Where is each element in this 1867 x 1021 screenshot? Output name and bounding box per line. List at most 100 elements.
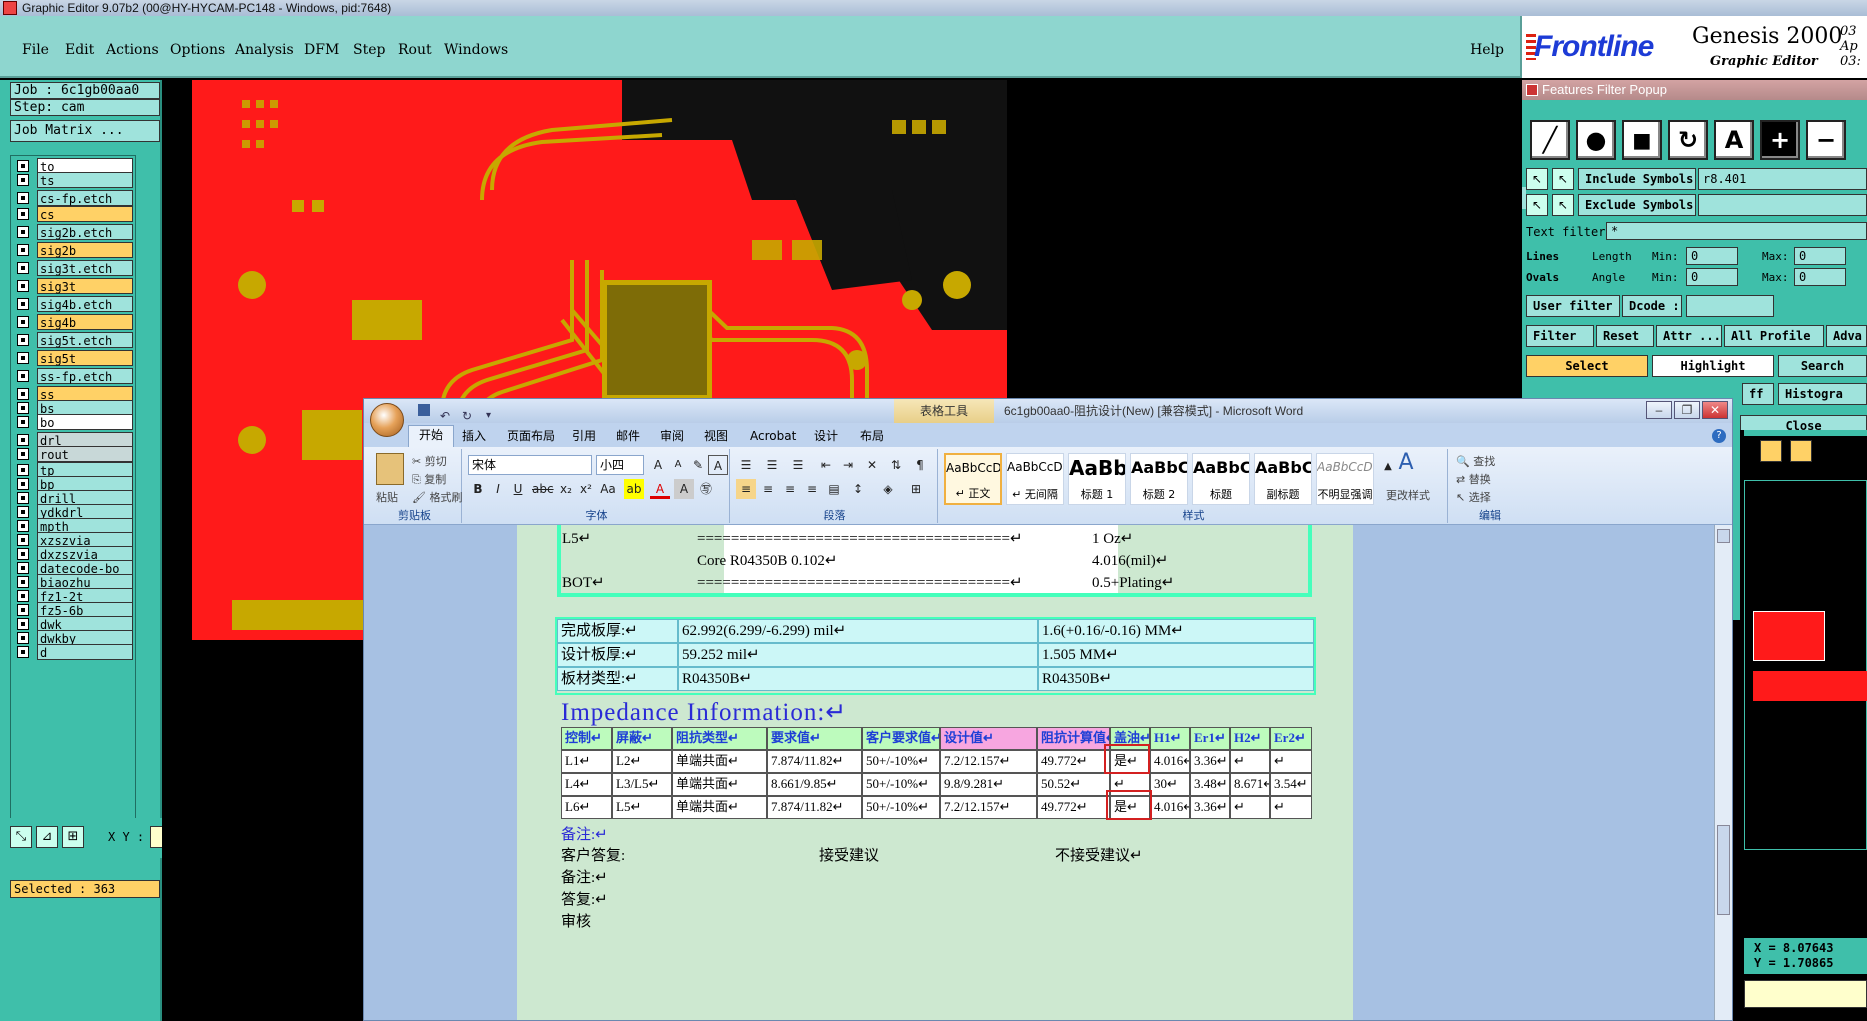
coords-input[interactable] xyxy=(1744,980,1867,1008)
find-button[interactable]: 🔍 查找 xyxy=(1456,453,1495,469)
bullets-icon[interactable]: ☰ xyxy=(736,455,756,475)
shrink-font-icon[interactable]: A xyxy=(668,455,688,475)
font-color-icon[interactable]: A xyxy=(650,479,670,499)
advanced-button[interactable]: Adva xyxy=(1826,325,1867,347)
strikethrough-icon[interactable]: abc xyxy=(532,479,554,499)
menu-dfm[interactable]: DFM xyxy=(304,42,339,58)
reset-button[interactable]: Reset xyxy=(1596,325,1654,347)
preview-tool-icon[interactable] xyxy=(1760,440,1782,462)
layer-name[interactable]: ts xyxy=(37,172,133,188)
menu-rout[interactable]: Rout xyxy=(398,42,432,58)
numbering-icon[interactable]: ☰ xyxy=(762,455,782,475)
menu-options[interactable]: Options xyxy=(170,42,225,58)
preview-tool-icon-2[interactable] xyxy=(1790,440,1812,462)
show-marks-icon[interactable]: ¶ xyxy=(910,455,930,475)
layer-name[interactable]: sig2b xyxy=(37,242,133,258)
surface-symbol-icon[interactable]: ◼ xyxy=(1622,120,1662,160)
layer-row[interactable]: cs xyxy=(15,206,133,222)
include-arrow-icon[interactable]: ↖ xyxy=(1526,168,1548,190)
job-matrix-button[interactable]: Job Matrix ... xyxy=(10,120,160,142)
change-styles-icon[interactable]: A xyxy=(1396,452,1416,474)
attr-button[interactable]: Attr ... xyxy=(1656,325,1722,347)
angle-max-field[interactable]: 0 xyxy=(1794,268,1846,286)
layer-checkbox[interactable] xyxy=(17,388,29,400)
layer-row[interactable]: sig2b xyxy=(15,242,133,258)
layer-checkbox[interactable] xyxy=(17,298,29,310)
select-button-word[interactable]: ↖ 选择 xyxy=(1456,489,1491,505)
layer-checkbox[interactable] xyxy=(17,402,29,414)
tab-insert[interactable]: 插入 xyxy=(452,427,496,445)
format-painter-button[interactable]: 🖌 格式刷 xyxy=(412,489,462,505)
layer-checkbox[interactable] xyxy=(17,208,29,220)
clear-format-icon[interactable]: ✎ xyxy=(688,455,708,475)
bold-icon[interactable]: B xyxy=(468,479,488,499)
include-pick-icon[interactable]: ↖ xyxy=(1552,168,1574,190)
tab-review[interactable]: 审阅 xyxy=(650,427,694,445)
tab-references[interactable]: 引用 xyxy=(562,427,606,445)
layer-checkbox[interactable] xyxy=(17,534,29,546)
exclude-symbols-field[interactable] xyxy=(1698,194,1867,216)
paste-icon[interactable] xyxy=(376,453,404,485)
tab-home[interactable]: 开始 xyxy=(408,425,455,447)
tab-view[interactable]: 视图 xyxy=(694,427,738,445)
layer-name[interactable]: ss-fp.etch xyxy=(37,368,133,384)
line-spacing-icon[interactable]: ↕ xyxy=(848,479,868,499)
ff-button[interactable]: ff xyxy=(1742,383,1774,405)
multilevel-icon[interactable]: ☰ xyxy=(788,455,808,475)
office-button-icon[interactable] xyxy=(370,403,404,437)
underline-icon[interactable]: U xyxy=(508,479,528,499)
asian-layout-icon[interactable]: ✕ xyxy=(862,455,882,475)
layer-row[interactable]: sig2b.etch xyxy=(15,224,133,240)
length-min-field[interactable]: 0 xyxy=(1686,247,1738,265)
change-styles-button[interactable]: 更改样式 xyxy=(1386,487,1430,503)
highlight-color-icon[interactable]: ab xyxy=(624,479,644,499)
layer-checkbox[interactable] xyxy=(17,192,29,204)
layer-row[interactable]: bo xyxy=(15,414,133,430)
tab-design[interactable]: 设计 xyxy=(804,427,848,445)
layer-name[interactable]: rout xyxy=(37,446,133,462)
vertical-scrollbar[interactable] xyxy=(1714,525,1732,1020)
superscript-icon[interactable]: x² xyxy=(576,479,596,499)
layer-name[interactable]: sig2b.etch xyxy=(37,224,133,240)
copy-button[interactable]: ⎘ 复制 xyxy=(412,471,446,487)
include-symbols-button[interactable]: Include Symbols : xyxy=(1578,168,1696,190)
cut-button[interactable]: ✂ 剪切 xyxy=(412,453,447,469)
layer-name[interactable]: sig5t.etch xyxy=(37,332,133,348)
layer-checkbox[interactable] xyxy=(17,316,29,328)
layer-checkbox[interactable] xyxy=(17,174,29,186)
layer-name[interactable]: sig4b xyxy=(37,314,133,330)
align-left-icon[interactable]: ≡ xyxy=(736,479,756,499)
increase-indent-icon[interactable]: ⇥ xyxy=(838,455,858,475)
layer-row[interactable]: sig3t.etch xyxy=(15,260,133,276)
preview-viewport[interactable] xyxy=(1744,480,1867,850)
measure-icon[interactable]: ⊿ xyxy=(36,826,58,848)
align-right-icon[interactable]: ≡ xyxy=(780,479,800,499)
ovals-checkbox[interactable]: Ovals xyxy=(1526,271,1559,284)
layer-checkbox[interactable] xyxy=(17,520,29,532)
replace-button[interactable]: ⇄ 替换 xyxy=(1456,471,1491,487)
layer-name[interactable]: cs-fp.etch xyxy=(37,190,133,206)
layer-checkbox[interactable] xyxy=(17,548,29,560)
close-icon[interactable]: ✕ xyxy=(1702,401,1728,419)
pad-symbol-icon[interactable]: ● xyxy=(1576,120,1616,160)
save-icon[interactable] xyxy=(418,404,430,416)
layer-checkbox[interactable] xyxy=(17,160,29,172)
style-normal[interactable]: AaBbCcDd↵ 正文 xyxy=(944,453,1002,505)
select-button[interactable]: Select xyxy=(1526,355,1648,377)
decrease-indent-icon[interactable]: ⇤ xyxy=(816,455,836,475)
histogram-button[interactable]: Histogra xyxy=(1778,383,1867,405)
layer-checkbox[interactable] xyxy=(17,604,29,616)
scroll-thumb[interactable] xyxy=(1717,825,1730,915)
exclude-pick-icon[interactable]: ↖ xyxy=(1552,194,1574,216)
layer-checkbox[interactable] xyxy=(17,478,29,490)
borders-icon[interactable]: ⊞ xyxy=(906,479,926,499)
layer-checkbox[interactable] xyxy=(17,334,29,346)
grid-icon[interactable]: ⊞ xyxy=(62,826,84,848)
search-button[interactable]: Search xyxy=(1778,355,1867,377)
layer-row[interactable]: ts xyxy=(15,172,133,188)
layer-checkbox[interactable] xyxy=(17,370,29,382)
layer-checkbox[interactable] xyxy=(17,464,29,476)
highlight-button[interactable]: Highlight xyxy=(1652,355,1774,377)
exclude-arrow-icon[interactable]: ↖ xyxy=(1526,194,1548,216)
layer-checkbox[interactable] xyxy=(17,280,29,292)
